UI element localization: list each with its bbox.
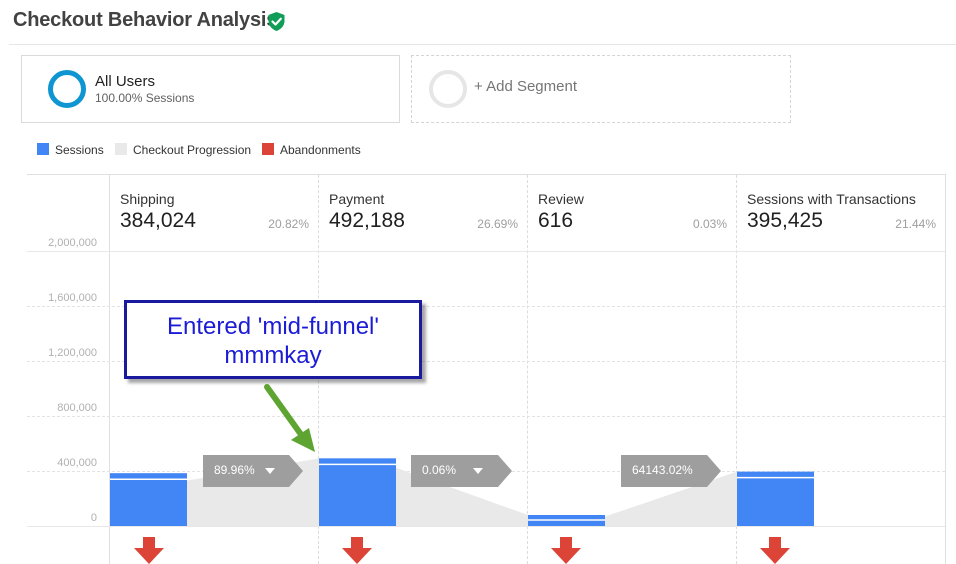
sessions-bar[interactable] (110, 473, 187, 526)
arrow-down-icon[interactable] (134, 537, 164, 564)
progression-rate: 89.96% (214, 463, 255, 477)
arrow-down-icon[interactable] (551, 537, 581, 564)
annotation-callout: Entered 'mid-funnel' mmmkay (124, 300, 422, 379)
caret-down-icon[interactable] (265, 468, 275, 474)
sessions-bar[interactable] (319, 458, 396, 526)
annotation-line: Entered 'mid-funnel' (167, 313, 379, 340)
arrow-down-icon[interactable] (342, 537, 372, 564)
progression-rate: 64143.02% (632, 463, 693, 477)
annotation-line: mmmkay (224, 342, 322, 369)
progression-chip-review-to-transactions[interactable]: 64143.02% (621, 455, 721, 487)
progression-rate: 0.06% (422, 463, 457, 477)
sessions-bar[interactable] (737, 471, 814, 526)
progression-chip-payment-to-review[interactable]: 0.06% (411, 455, 512, 487)
arrow-down-icon[interactable] (760, 537, 790, 564)
caret-down-icon[interactable] (473, 468, 483, 474)
annotation-pointer-arrow-icon (264, 384, 315, 452)
